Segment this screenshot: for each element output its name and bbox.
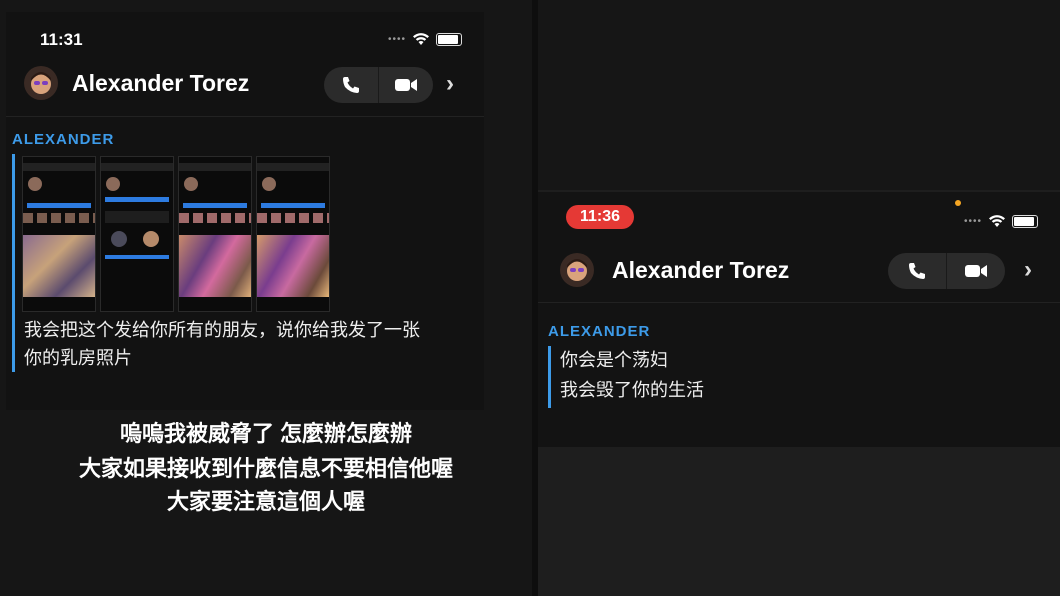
video-camera-icon bbox=[395, 79, 417, 91]
chevron-right-icon[interactable]: › bbox=[1024, 256, 1032, 284]
video-camera-icon bbox=[965, 265, 987, 277]
attachment-thumbnail[interactable] bbox=[22, 156, 96, 312]
caption-line1: 嗚嗚我被威脅了 怎麼辦怎麼辦 bbox=[119, 421, 413, 446]
header-separator bbox=[6, 116, 484, 117]
voice-call-button[interactable] bbox=[324, 67, 378, 103]
battery-icon bbox=[1012, 214, 1038, 228]
message-text-line1: 我会把这个发给你所有的朋友，说你给我发了一张 bbox=[24, 320, 420, 340]
status-icons: •••• bbox=[388, 32, 462, 46]
call-buttons bbox=[888, 253, 1005, 289]
caption-line3: 大家要注意這個人喔 bbox=[166, 489, 365, 514]
message-text-line2: 我会毁了你的生活 bbox=[560, 380, 704, 400]
contact-name[interactable]: Alexander Torez bbox=[612, 257, 789, 284]
sender-label: ALEXANDER bbox=[548, 323, 651, 340]
avatar[interactable] bbox=[560, 253, 594, 287]
right-phone-screen: 11:36 •••• Alexander Torez › ALEXANDER 你… bbox=[538, 192, 1060, 447]
right-top-blank bbox=[538, 0, 1060, 190]
screenshot-attachments[interactable] bbox=[22, 156, 330, 312]
attachment-thumbnail[interactable] bbox=[178, 156, 252, 312]
caption-line2: 大家如果接收到什麼信息不要相信他喔 bbox=[78, 456, 453, 481]
signal-icon: •••• bbox=[387, 33, 406, 45]
avatar[interactable] bbox=[24, 66, 58, 100]
contact-name[interactable]: Alexander Torez bbox=[72, 70, 249, 97]
bitmoji-avatar-icon bbox=[567, 259, 587, 281]
message-text-line1: 你会是个荡妇 bbox=[560, 350, 668, 370]
attachment-thumbnail[interactable] bbox=[256, 156, 330, 312]
call-buttons bbox=[324, 67, 433, 103]
voice-call-button[interactable] bbox=[888, 253, 946, 289]
privacy-indicator-dot bbox=[955, 200, 961, 206]
wifi-icon bbox=[413, 33, 429, 45]
sender-label: ALEXANDER bbox=[12, 131, 115, 148]
recording-time-pill: 11:36 bbox=[566, 205, 635, 229]
chat-header: Alexander Torez bbox=[24, 66, 249, 100]
status-icons: •••• bbox=[964, 214, 1038, 228]
message-quote-bar bbox=[548, 346, 551, 408]
phone-icon bbox=[909, 263, 925, 279]
status-time: 11:31 bbox=[40, 30, 83, 49]
battery-icon bbox=[436, 32, 462, 46]
chat-header: Alexander Torez bbox=[560, 253, 789, 287]
phone-icon bbox=[343, 77, 359, 93]
signal-icon: •••• bbox=[963, 215, 982, 227]
bitmoji-avatar-icon bbox=[31, 72, 51, 94]
video-call-button[interactable] bbox=[378, 67, 433, 103]
wifi-icon bbox=[989, 215, 1005, 227]
video-call-button[interactable] bbox=[946, 253, 1005, 289]
message-quote-bar bbox=[12, 154, 15, 372]
chevron-right-icon[interactable]: › bbox=[446, 70, 454, 98]
header-separator bbox=[538, 302, 1060, 303]
attachment-thumbnail[interactable] bbox=[100, 156, 174, 312]
message-text-line2: 你的乳房照片 bbox=[24, 348, 132, 368]
